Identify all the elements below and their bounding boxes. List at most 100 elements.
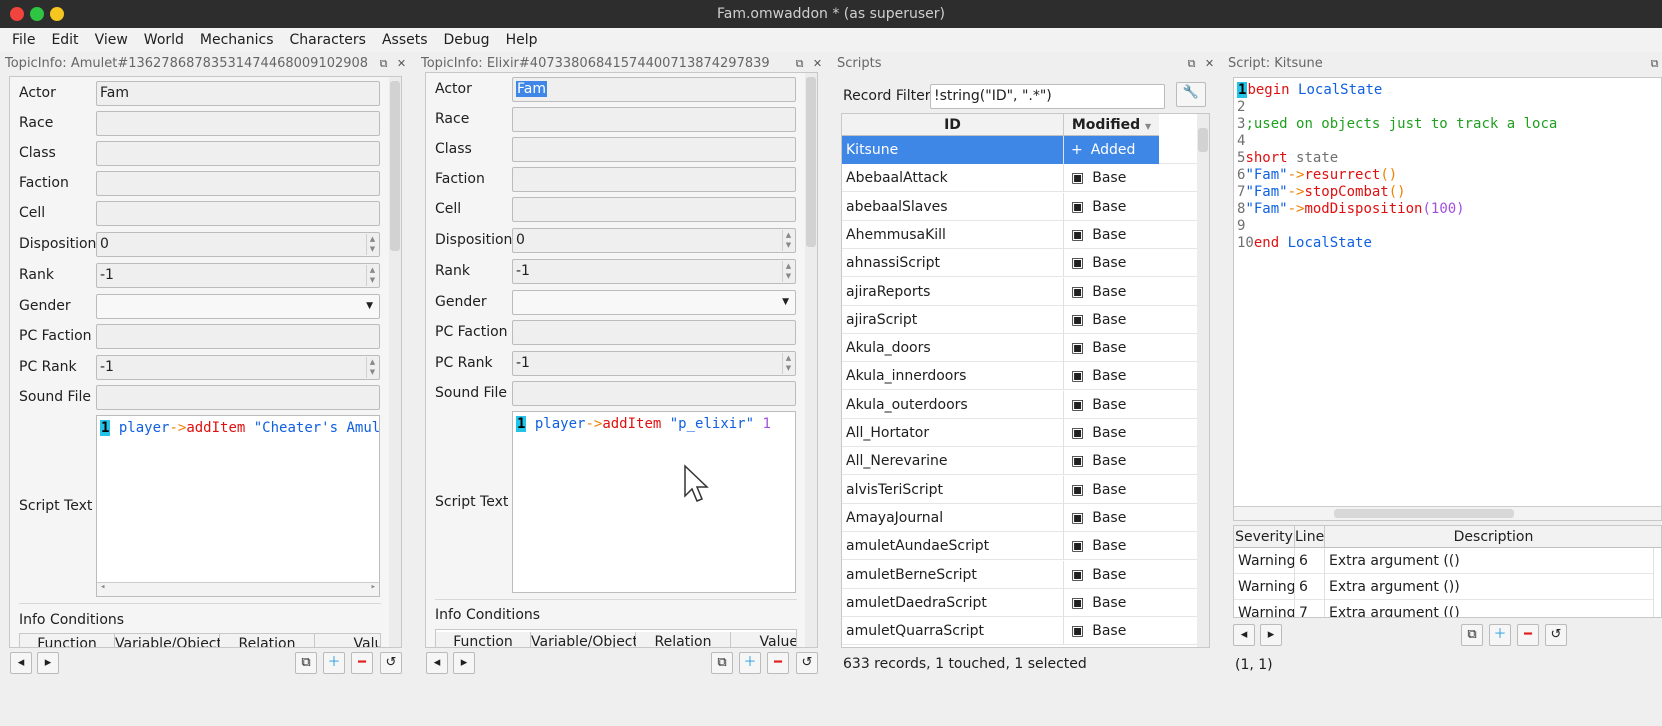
maximize-window-icon[interactable] (30, 7, 44, 21)
vertical-scrollbar[interactable] (389, 77, 401, 647)
pc-faction-field[interactable] (512, 320, 796, 345)
error-row[interactable]: Warning 6 Extra argument ()) (1234, 574, 1654, 600)
cell-field[interactable] (96, 201, 380, 226)
table-row[interactable]: Kitsune + Added (842, 136, 1197, 164)
race-field[interactable] (512, 107, 796, 132)
col-header-modified[interactable]: Modified ▼ (1064, 114, 1159, 136)
sound-file-field[interactable] (96, 385, 380, 410)
errors-table[interactable]: Severity Line Description Warning 6 Extra … (1233, 525, 1662, 618)
col-header-function[interactable]: Function (436, 632, 531, 647)
spin-arrows-icon[interactable]: ▲ ▼ (782, 261, 794, 282)
col-header-function[interactable]: Function (20, 634, 115, 647)
sound-file-field[interactable] (512, 381, 796, 406)
table-row[interactable]: AbebaalAttack ▣ Base (842, 164, 1197, 193)
gender-select[interactable]: ▼ (512, 290, 796, 315)
clone-button[interactable]: ⧉ (295, 652, 317, 674)
delete-button[interactable]: ━ (1517, 624, 1539, 646)
revert-button[interactable]: ↺ (796, 652, 818, 674)
delete-button[interactable]: ━ (351, 652, 373, 674)
spin-arrows-icon[interactable]: ▲ ▼ (366, 234, 378, 255)
vertical-scrollbar[interactable] (1197, 114, 1209, 647)
scroll-thumb[interactable] (806, 77, 816, 247)
race-field[interactable] (96, 111, 380, 136)
close-icon[interactable]: ✕ (1203, 57, 1216, 70)
cell-field[interactable] (512, 197, 796, 222)
scroll-thumb[interactable] (1334, 509, 1514, 518)
menu-debug[interactable]: Debug (436, 32, 498, 48)
scripts-table[interactable]: ID Modified ▼ Kitsune + Added AbebaalAttack… (841, 113, 1210, 648)
table-row[interactable]: ajiraScript ▣ Base (842, 305, 1197, 334)
col-header-line[interactable]: Line (1295, 526, 1325, 548)
table-row[interactable]: Akula_outerdoors ▣ Base (842, 390, 1197, 419)
clone-button[interactable]: ⧉ (1461, 624, 1483, 646)
horizontal-scrollbar[interactable] (1234, 506, 1661, 520)
menu-characters[interactable]: Characters (282, 32, 374, 48)
table-row[interactable]: amuletDaedraScript ▣ Base (842, 588, 1197, 617)
table-row[interactable]: amuletBerneScript ▣ Base (842, 560, 1197, 589)
menu-mechanics[interactable]: Mechanics (192, 32, 282, 48)
close-icon[interactable]: ✕ (811, 57, 824, 70)
col-header-description[interactable]: Description (1325, 526, 1661, 548)
menu-edit[interactable]: Edit (43, 32, 86, 48)
add-button[interactable]: ＋ (323, 652, 345, 674)
col-header-relation[interactable]: Relation (220, 634, 315, 647)
prev-record-button[interactable]: ◂ (426, 652, 448, 674)
faction-field[interactable] (512, 167, 796, 192)
conditions-table[interactable]: Function Variable/Object Relation Value (19, 633, 381, 648)
pc-rank-spinbox[interactable]: -1 ▲ ▼ (96, 355, 380, 380)
rank-spinbox[interactable]: -1 ▲ ▼ (96, 263, 380, 288)
table-row[interactable]: abebaalSlaves ▣ Base (842, 192, 1197, 221)
table-row[interactable]: All_Hortator ▣ Base (842, 419, 1197, 447)
rank-spinbox[interactable]: -1 ▲ ▼ (512, 259, 796, 284)
spin-arrows-icon[interactable]: ▲ ▼ (782, 230, 794, 251)
table-row[interactable]: ajiraReports ▣ Base (842, 277, 1197, 306)
table-row[interactable]: amuletQuarraScript ▣ Base (842, 617, 1197, 646)
scroll-thumb[interactable] (390, 81, 400, 251)
horizontal-scrollbar[interactable]: ◂ ▸ (97, 582, 379, 596)
next-record-button[interactable]: ▸ (453, 652, 475, 674)
table-row[interactable]: AhemmusaKill ▣ Base (842, 220, 1197, 249)
gender-select[interactable]: ▼ (96, 294, 380, 319)
spin-arrows-icon[interactable]: ▲ ▼ (366, 265, 378, 286)
actor-field[interactable]: Fam (512, 77, 796, 102)
float-icon[interactable]: ⧉ (793, 57, 806, 70)
disposition-spinbox[interactable]: 0 ▲ ▼ (512, 228, 796, 253)
scroll-left-icon[interactable]: ◂ (100, 582, 105, 592)
col-header-variable[interactable]: Variable/Object (115, 634, 222, 647)
col-header-severity[interactable]: Severity (1234, 526, 1295, 548)
table-row[interactable]: All_Nerevarine ▣ Base (842, 447, 1197, 476)
table-row[interactable]: alvisTeriScript ▣ Base (842, 475, 1197, 504)
faction-field[interactable] (96, 171, 380, 196)
revert-button[interactable]: ↺ (380, 652, 402, 674)
vertical-scrollbar[interactable] (805, 73, 817, 647)
next-record-button[interactable]: ▸ (1260, 624, 1282, 646)
script-text-editor[interactable]: 1 player->addItem "p_elixir" 1 (512, 411, 796, 593)
spin-arrows-icon[interactable]: ▲ ▼ (782, 353, 794, 374)
minimize-window-icon[interactable] (50, 7, 64, 21)
revert-button[interactable]: ↺ (1545, 624, 1567, 646)
next-record-button[interactable]: ▸ (37, 652, 59, 674)
script-source-editor[interactable]: 1begin LocalState 2 3;used on objects ju… (1233, 77, 1662, 521)
delete-button[interactable]: ━ (767, 652, 789, 674)
script-text-editor[interactable]: 1 player->addItem "Cheater's Amule ◂ ▸ (96, 415, 380, 597)
prev-record-button[interactable]: ◂ (1233, 624, 1255, 646)
col-header-value[interactable]: Value (315, 634, 380, 647)
spin-arrows-icon[interactable]: ▲ ▼ (366, 357, 378, 378)
menu-assets[interactable]: Assets (374, 32, 436, 48)
col-header-id[interactable]: ID (842, 114, 1064, 136)
menu-view[interactable]: View (87, 32, 136, 48)
disposition-spinbox[interactable]: 0 ▲ ▼ (96, 232, 380, 257)
table-row[interactable]: AmayaJournal ▣ Base (842, 503, 1197, 532)
float-icon[interactable]: ⧉ (1185, 57, 1198, 70)
col-header-value[interactable]: Value (731, 632, 796, 647)
filter-tool-button[interactable]: 🔧 (1176, 82, 1206, 107)
close-icon[interactable]: ✕ (395, 57, 408, 70)
pc-rank-spinbox[interactable]: -1 ▲ ▼ (512, 351, 796, 376)
prev-record-button[interactable]: ◂ (10, 652, 32, 674)
table-row[interactable]: Akula_doors ▣ Base (842, 334, 1197, 363)
table-row[interactable]: ahnassiScript ▣ Base (842, 249, 1197, 278)
scroll-right-icon[interactable]: ▸ (371, 582, 376, 592)
conditions-table[interactable]: Function Variable/Object Relation Value (435, 629, 797, 648)
add-button[interactable]: ＋ (1489, 624, 1511, 646)
pc-faction-field[interactable] (96, 324, 380, 349)
